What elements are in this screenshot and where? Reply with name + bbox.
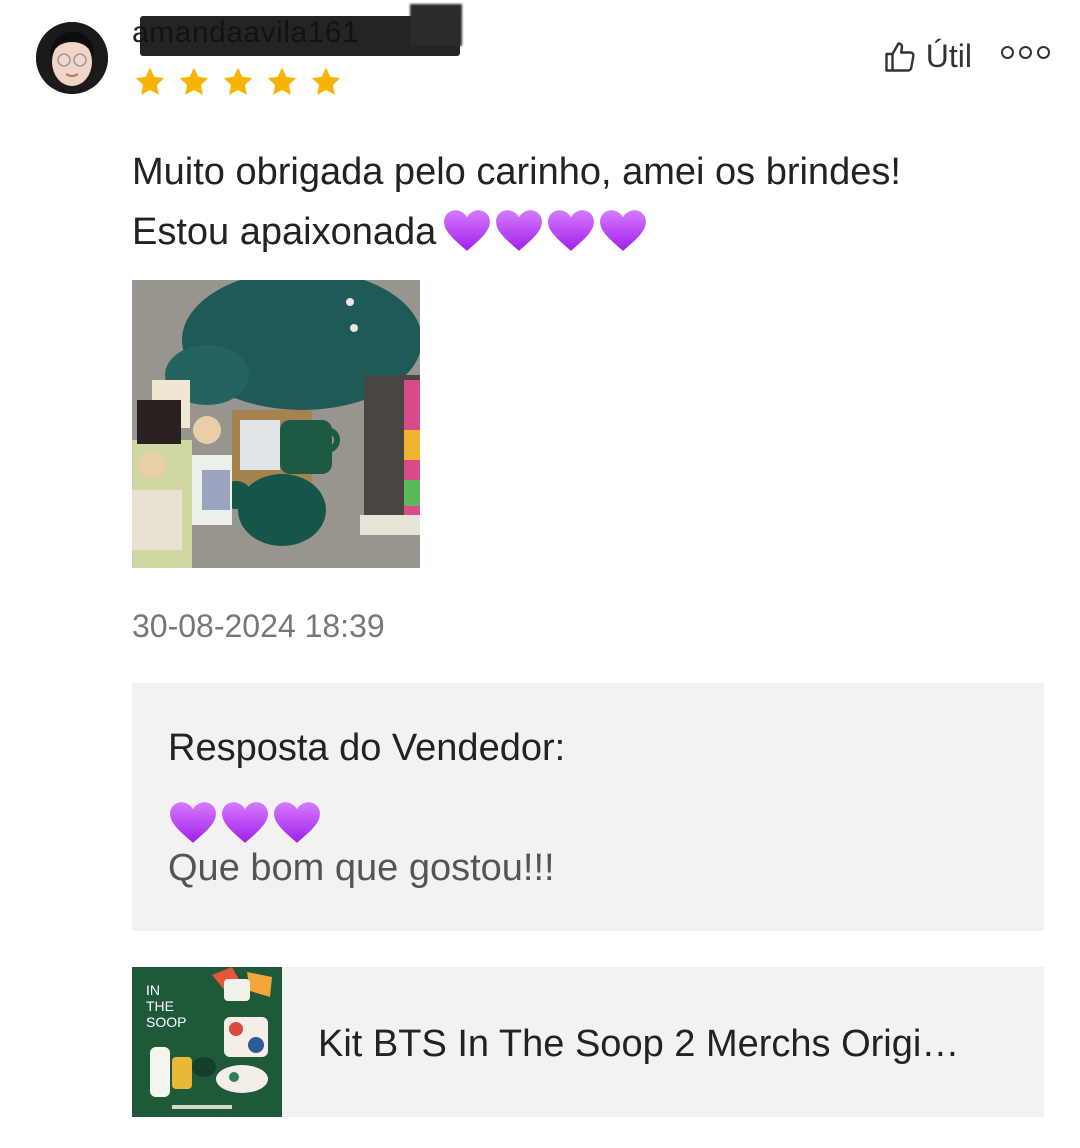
username-redaction	[140, 2, 462, 68]
review-text-line-1: Muito obrigada pelo carinho, amei os bri…	[132, 151, 901, 193]
more-options-icon[interactable]	[1001, 46, 1050, 59]
rating-stars	[132, 64, 344, 100]
review-hearts	[442, 207, 648, 253]
product-name: Kit BTS In The Soop 2 Merchs Origi…	[318, 1023, 960, 1065]
purple-heart-icon	[548, 210, 595, 251]
purple-heart-icon	[444, 210, 491, 251]
purple-heart-icon	[170, 802, 216, 843]
seller-reply: Resposta do Vendedor: Que bom que gostou…	[132, 683, 1044, 931]
review-text: Muito obrigada pelo carinho, amei os bri…	[132, 142, 1032, 262]
star-icon	[135, 67, 165, 95]
seller-reply-hearts	[168, 799, 322, 845]
purple-heart-icon	[222, 802, 268, 843]
product-thumbnail: IN THE SOOP	[132, 967, 282, 1117]
star-icon	[311, 67, 341, 95]
product-thumb-text-1: IN	[146, 982, 160, 998]
review-text-line-2-wrap: Estou apaixonada	[132, 202, 1032, 262]
helpful-button[interactable]: Útil	[882, 38, 972, 75]
purple-heart-icon	[496, 210, 543, 251]
star-icon	[223, 67, 253, 95]
seller-reply-title: Resposta do Vendedor:	[168, 727, 566, 769]
review-text-line-2: Estou apaixonada	[132, 211, 437, 253]
product-thumb-text-2: THE	[146, 998, 174, 1014]
thumbs-up-icon	[885, 41, 915, 72]
purple-heart-icon	[274, 802, 320, 843]
product-thumb-text-3: SOOP	[146, 1014, 186, 1030]
helpful-label: Útil	[925, 38, 972, 74]
seller-reply-text: Que bom que gostou!!!	[168, 847, 555, 889]
star-icon	[179, 67, 209, 95]
purple-heart-icon	[600, 210, 647, 251]
product-card[interactable]: IN THE SOOP Kit BTS In The Soop 2 Merchs…	[132, 967, 1044, 1117]
review-date: 30-08-2024 18:39	[132, 608, 385, 644]
star-icon	[267, 67, 297, 95]
review-photo[interactable]	[132, 280, 420, 568]
user-avatar[interactable]	[36, 22, 108, 94]
